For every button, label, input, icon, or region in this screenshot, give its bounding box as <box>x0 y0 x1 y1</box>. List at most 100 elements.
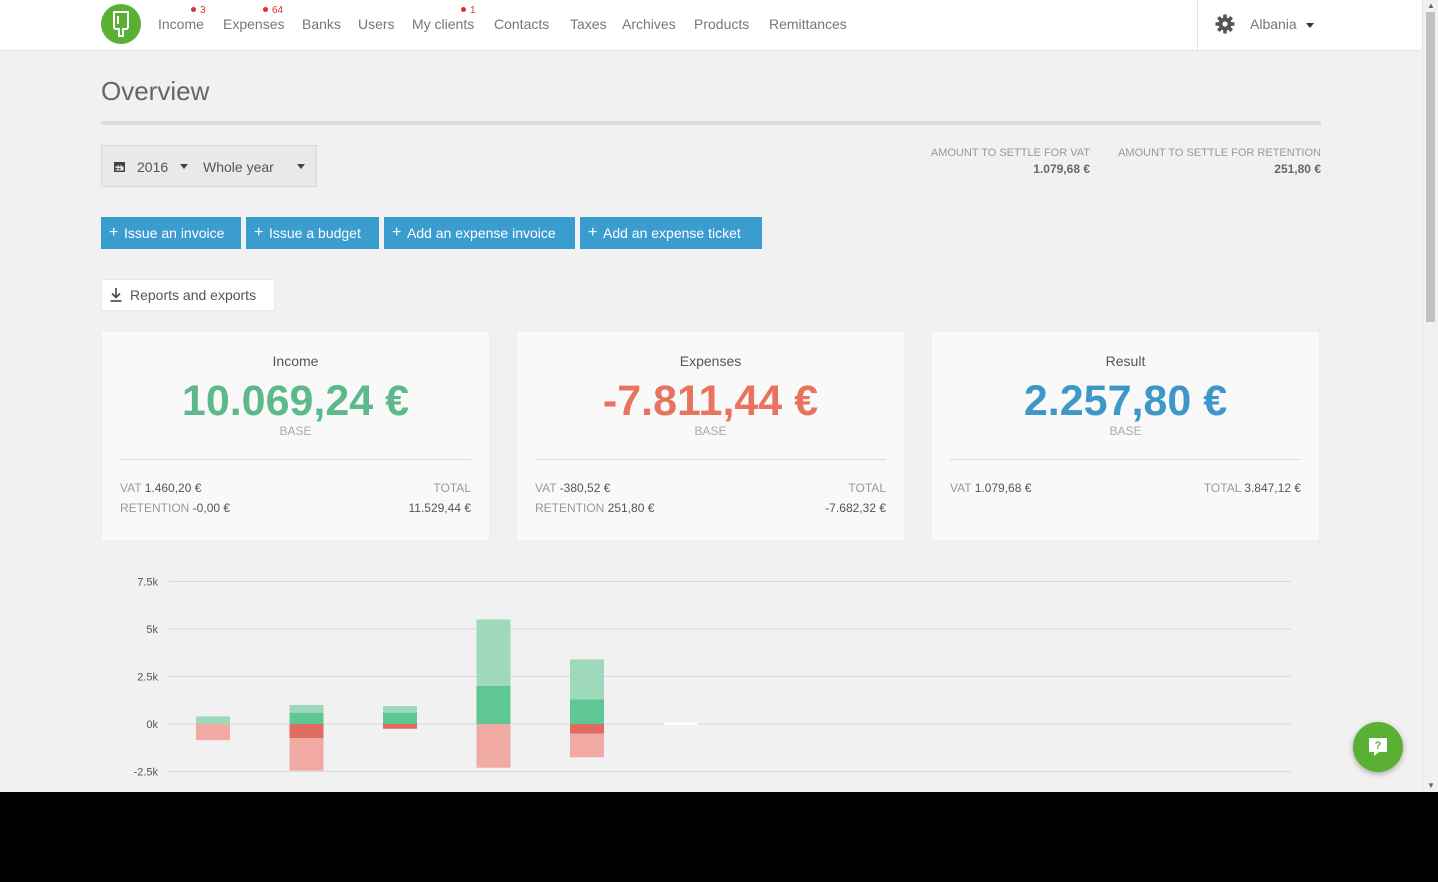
income-card-value: 10.069,24 € <box>181 377 410 425</box>
nav-contacts[interactable]: Contacts <box>494 16 549 32</box>
nav-my-clients-label: My clients <box>412 16 475 32</box>
range-dropdown[interactable]: Whole year <box>203 159 274 175</box>
retention-settle-label: AMOUNT TO SETTLE FOR RETENTION <box>1118 147 1321 159</box>
nav-users[interactable]: Users <box>358 16 395 32</box>
chart-bar-expense-extra <box>476 724 511 768</box>
download-icon <box>110 288 122 302</box>
reports-exports-button[interactable]: Reports and exports <box>101 279 275 311</box>
chart-bar-expense-extra <box>196 724 230 741</box>
topbar-right-area: Albania <box>1197 0 1422 50</box>
year-dropdown[interactable]: 2016 <box>137 159 168 175</box>
page-title: Overview <box>101 76 210 106</box>
chart-bar-income-base <box>570 699 604 724</box>
add-expense-invoice-button[interactable]: + Add an expense invoice <box>384 217 575 249</box>
chart-bar-income-extra <box>289 705 324 713</box>
plus-icon: + <box>588 224 598 241</box>
svg-text:?: ? <box>1375 740 1382 752</box>
retention-settle-summary: AMOUNT TO SETTLE FOR RETENTION 251,80 € <box>1118 147 1321 176</box>
income-vat: VAT 1.460,20 € <box>120 481 202 495</box>
expenses-total-label: TOTAL <box>848 481 886 495</box>
card-divider <box>950 459 1301 460</box>
nav-income[interactable]: Income 3 <box>158 5 206 32</box>
reports-exports-label: Reports and exports <box>130 287 257 303</box>
popsicle-logo-icon <box>113 11 129 37</box>
chart-bar-empty-marker <box>663 722 698 725</box>
nav-taxes[interactable]: Taxes <box>570 16 607 32</box>
gear-icon[interactable] <box>1215 14 1235 34</box>
app-logo[interactable] <box>101 4 141 44</box>
expenses-badge: 64 <box>263 5 283 16</box>
vat-settle-label: AMOUNT TO SETTLE FOR VAT <box>930 147 1090 159</box>
issue-invoice-button[interactable]: + Issue an invoice <box>101 217 241 249</box>
chart-bar-income-extra <box>383 705 417 713</box>
vat-settle-value: 1.079,68 € <box>1033 162 1090 176</box>
issue-budget-button[interactable]: + Issue a budget <box>246 217 379 249</box>
expenses-vat: VAT -380,52 € <box>535 481 611 495</box>
app-viewport: Income 3 Expenses 64 Banks Users My clie… <box>0 0 1422 792</box>
title-divider <box>101 121 1321 125</box>
income-card: Income 10.069,24 € BASE VAT 1.460,20 € R… <box>101 331 490 541</box>
expenses-card-value: -7.811,44 € <box>602 377 819 425</box>
chart-y-tick-label: 0k <box>146 719 158 731</box>
my-clients-badge: 1 <box>461 5 476 16</box>
income-card-title: Income <box>272 353 319 369</box>
expenses-card: Expenses -7.811,44 € BASE VAT -380,52 € … <box>516 331 905 541</box>
help-chat-button[interactable]: ? <box>1353 722 1403 772</box>
income-badge: 3 <box>191 5 206 16</box>
expenses-total-value: -7.682,32 € <box>825 501 886 515</box>
chart-bar-expense-extra <box>289 738 324 771</box>
scrollbar-thumb[interactable] <box>1426 12 1435 322</box>
plus-icon: + <box>392 224 402 241</box>
income-total-label: TOTAL <box>433 481 471 495</box>
result-card-value: 2.257,80 € <box>1023 377 1228 425</box>
scroll-down-icon[interactable]: ▼ <box>1427 782 1435 790</box>
result-vat: VAT 1.079,68 € <box>950 481 1032 495</box>
nav-products[interactable]: Products <box>694 16 749 32</box>
chart-bar-income-base <box>383 712 417 724</box>
chart-bar-expense-extra <box>570 733 604 758</box>
chart-y-tick-label: 2.5k <box>137 672 158 684</box>
top-navigation-bar: Income 3 Expenses 64 Banks Users My clie… <box>0 0 1422 51</box>
chevron-down-icon <box>180 164 188 169</box>
nav-expenses[interactable]: Expenses 64 <box>223 5 285 32</box>
chevron-down-icon <box>1306 23 1314 28</box>
chart-bar-income-base <box>289 712 324 724</box>
nav-banks[interactable]: Banks <box>302 16 341 32</box>
chart-y-tick-label: 5k <box>146 624 158 636</box>
income-base-label: BASE <box>279 424 312 438</box>
add-expense-ticket-button[interactable]: + Add an expense ticket <box>580 217 762 249</box>
nav-my-clients[interactable]: My clients 1 <box>412 5 476 32</box>
nav-remittances[interactable]: Remittances <box>769 16 847 32</box>
nav-expenses-label: Expenses <box>223 16 285 32</box>
result-card: Result 2.257,80 € BASE VAT 1.079,68 € TO… <box>931 331 1320 541</box>
country-selector[interactable]: Albania <box>1250 16 1297 32</box>
expenses-card-title: Expenses <box>679 353 742 369</box>
chart-bar-income-extra <box>476 619 511 686</box>
result-total: TOTAL 3.847,12 € <box>1203 481 1301 495</box>
income-total-value: 11.529,44 € <box>408 501 471 515</box>
result-base-label: BASE <box>1109 424 1142 438</box>
vertical-scrollbar[interactable]: ▲ ▼ <box>1422 0 1438 792</box>
result-card-title: Result <box>1105 353 1146 369</box>
chart-bar-expense-base <box>289 724 324 739</box>
calendar-icon <box>114 162 125 172</box>
expenses-base-label: BASE <box>694 424 727 438</box>
nav-archives[interactable]: Archives <box>622 16 676 32</box>
expenses-retention: RETENTION 251,80 € <box>535 501 655 515</box>
chart-y-tick-label: -2.5k <box>134 767 159 779</box>
plus-icon: + <box>254 224 264 241</box>
chevron-down-icon <box>297 164 305 169</box>
chart-bar-income-extra <box>570 659 604 700</box>
nav-income-label: Income <box>158 16 204 32</box>
help-chat-icon: ? <box>1369 738 1387 756</box>
vat-settle-summary: AMOUNT TO SETTLE FOR VAT 1.079,68 € <box>931 147 1090 176</box>
income-retention: RETENTION -0,00 € <box>120 501 231 515</box>
chart-bar-expense-base <box>383 724 417 729</box>
chart-bar-income-extra <box>196 716 230 724</box>
plus-icon: + <box>109 224 119 241</box>
monthly-bar-chart: 7.5k 5k 2.5k 0k -2.5k <box>134 577 1291 779</box>
card-divider <box>120 459 471 460</box>
retention-settle-value: 251,80 € <box>1274 162 1321 176</box>
scroll-up-icon[interactable]: ▲ <box>1427 2 1435 10</box>
period-selector[interactable]: 2016 Whole year <box>101 145 317 187</box>
